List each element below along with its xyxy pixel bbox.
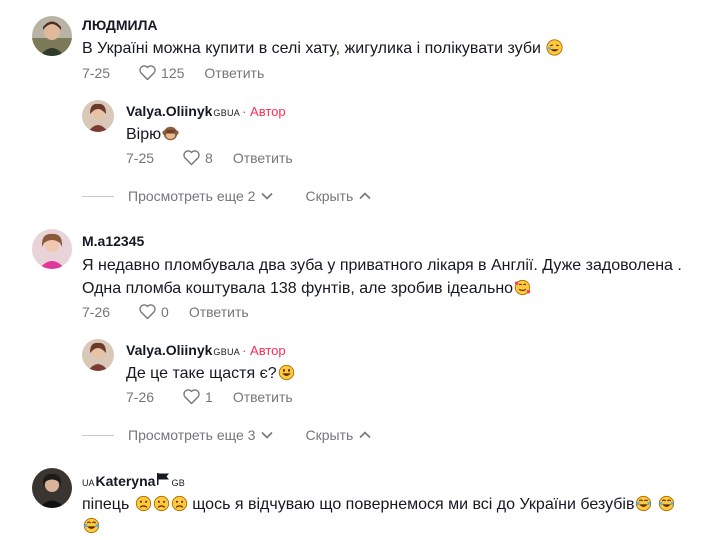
thread-controls: Просмотреть еще 3 Скрыть (82, 427, 371, 443)
comment-date: 7-26 (82, 303, 111, 320)
hide-replies-button[interactable]: Скрыть (305, 188, 371, 204)
frowning-emoji-icon (135, 495, 151, 512)
like-count: 125 (161, 64, 185, 81)
like-button[interactable]: 8 (182, 149, 213, 166)
divider (82, 195, 114, 197)
reply-author[interactable]: Valya.Oliinyk GBUA · Автор (126, 103, 286, 119)
chevron-up-icon (359, 192, 371, 200)
avatar[interactable] (32, 468, 72, 508)
chevron-down-icon (261, 192, 274, 200)
comment-meta: 7-26 0 Ответить (82, 303, 249, 320)
divider (82, 434, 114, 436)
reply-text: Вірю (126, 122, 179, 148)
frowning-emoji-icon (153, 495, 169, 512)
comment-meta: 7-25 125 Ответить (82, 64, 264, 81)
author-badge: · Автор (242, 343, 286, 358)
comment-author[interactable]: UA Kateryna GB (82, 472, 185, 489)
rofl-emoji-icon (546, 39, 563, 56)
monkey-emoji-icon (162, 126, 179, 141)
tears-of-joy-emoji-icon (83, 517, 100, 534)
heart-outline-icon (183, 150, 200, 166)
comment-text-wrap (82, 514, 100, 540)
like-count: 1 (205, 388, 213, 405)
reply-text: Де це таке щастя є? (126, 361, 295, 387)
avatar[interactable] (32, 16, 72, 56)
comment-author[interactable]: ЛЮДМИЛА (82, 17, 158, 33)
like-count: 8 (205, 149, 213, 166)
comment-author[interactable]: M.a12345 (82, 233, 144, 249)
reply-button[interactable]: Ответить (233, 389, 293, 405)
chevron-up-icon (359, 431, 371, 439)
view-more-replies-button[interactable]: Просмотреть еще 2 (128, 188, 274, 204)
reply-button[interactable]: Ответить (204, 65, 264, 81)
like-count: 0 (161, 303, 169, 320)
black-flag-icon (157, 473, 170, 485)
comment-text: В Україні можна купити в селі хату, жигу… (82, 36, 563, 62)
like-button[interactable]: 0 (138, 303, 169, 320)
chevron-down-icon (261, 431, 274, 439)
heart-outline-icon (183, 389, 200, 405)
grinning-emoji-icon (278, 364, 294, 381)
comment-text-line2: Одна пломба коштувала 138 фунтів, але зр… (82, 276, 531, 302)
comment-text: піпець щось я відчуваю що повернемося ми… (82, 492, 675, 518)
reply-author[interactable]: Valya.Oliinyk GBUA · Автор (126, 342, 286, 358)
reply-button[interactable]: Ответить (233, 150, 293, 166)
like-button[interactable]: 1 (182, 388, 213, 405)
reply-button[interactable]: Ответить (189, 304, 249, 320)
thread-controls: Просмотреть еще 2 Скрыть (82, 188, 371, 204)
smiling-hearts-emoji-icon (514, 279, 531, 296)
tears-of-joy-emoji-icon (636, 495, 652, 512)
avatar[interactable] (82, 100, 114, 132)
reply-meta: 7-25 8 Ответить (126, 149, 293, 166)
avatar[interactable] (82, 339, 114, 371)
reply-date: 7-26 (126, 388, 155, 405)
heart-outline-icon (139, 304, 156, 320)
comment-date: 7-25 (82, 64, 111, 81)
heart-outline-icon (139, 65, 156, 81)
frowning-emoji-icon (171, 495, 187, 512)
reply-meta: 7-26 1 Ответить (126, 388, 293, 405)
view-more-replies-button[interactable]: Просмотреть еще 3 (128, 427, 274, 443)
reply-date: 7-25 (126, 149, 155, 166)
hide-replies-button[interactable]: Скрыть (305, 427, 371, 443)
like-button[interactable]: 125 (138, 64, 184, 81)
avatar[interactable] (32, 229, 72, 269)
tears-of-joy-emoji-icon (658, 495, 675, 512)
author-badge: · Автор (242, 104, 286, 119)
